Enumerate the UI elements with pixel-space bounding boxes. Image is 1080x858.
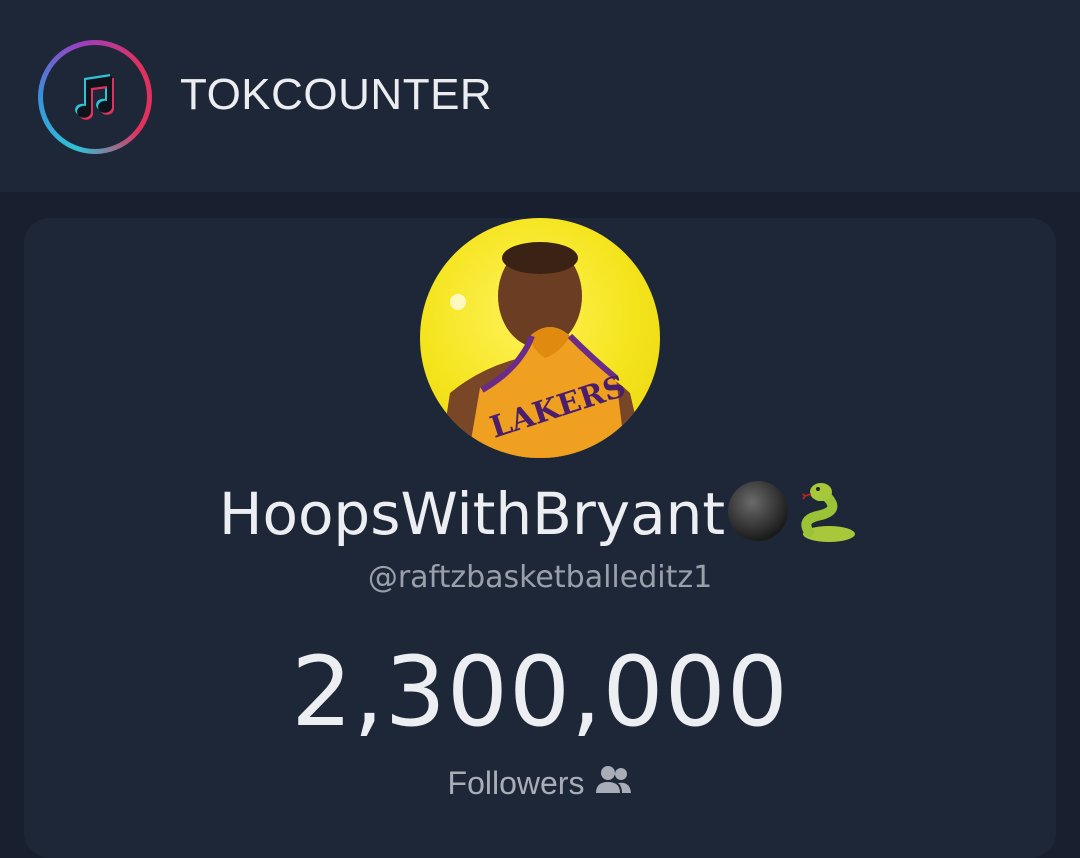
- tokcounter-logo[interactable]: [38, 40, 152, 154]
- followers-label: Followers: [447, 764, 585, 801]
- music-note-icon: [43, 45, 147, 149]
- username-handle: @raftzbasketballeditz1: [367, 560, 713, 595]
- black-circle-icon: [725, 478, 791, 558]
- snake-icon: [791, 476, 861, 560]
- users-icon: [594, 764, 632, 802]
- followers-label-row: Followers: [0, 764, 1080, 802]
- display-name: HoopsWithBryant: [0, 476, 1080, 560]
- app-header: TOKCOUNTER: [0, 0, 1080, 192]
- brand-title[interactable]: TOKCOUNTER: [180, 70, 492, 120]
- display-name-text: HoopsWithBryant: [218, 480, 726, 549]
- follower-count: 2,300,000: [291, 636, 789, 748]
- avatar: LAKERS: [420, 218, 660, 458]
